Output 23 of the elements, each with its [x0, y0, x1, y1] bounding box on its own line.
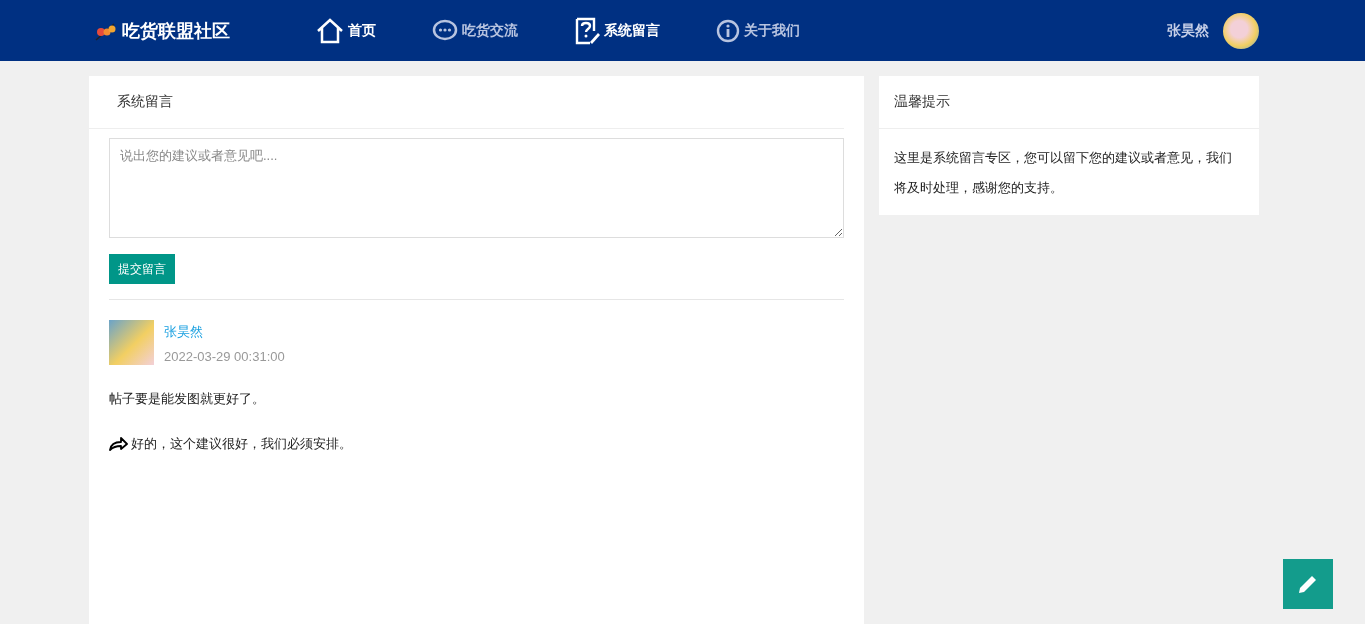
reply-arrow-icon [109, 437, 128, 451]
tip-text: 这里是系统留言专区，您可以留下您的建议或者意见，我们将及时处理，感谢您的支持。 [893, 149, 1233, 197]
panel-title: 温馨提示 [879, 76, 1259, 129]
nav-link[interactable]: 关于我们 [716, 16, 800, 45]
question-note-icon [574, 16, 600, 45]
user-name[interactable]: 张昊然 [1167, 21, 1209, 40]
user-avatar[interactable] [1223, 12, 1259, 49]
chat-bubble-icon [432, 18, 458, 43]
reply-text: 好的，这个建议很好，我们必须安排。 [131, 435, 352, 453]
site-logo-text[interactable]: 吃货联盟社区 [122, 18, 230, 43]
info-icon [716, 18, 740, 43]
panel-title: 系统留言 [89, 76, 844, 129]
message-time: 2022-03-29 00:31:00 [164, 349, 285, 364]
user-avatar [109, 320, 154, 365]
submit-message-button[interactable]: 提交留言 [109, 254, 175, 284]
message-input-field[interactable]: 说出您的建议或者意见吧.... [109, 138, 844, 238]
edit-button[interactable] [1283, 559, 1333, 609]
nav-link[interactable]: 吃货交流 [432, 16, 518, 45]
nav-link[interactable]: 首页 [316, 16, 376, 45]
message-text: 帖子要是能发图就更好了。 [109, 390, 266, 408]
nav-link[interactable]: 系统留言 [574, 16, 660, 45]
home-icon [316, 17, 344, 44]
pencil-icon [1298, 574, 1318, 594]
